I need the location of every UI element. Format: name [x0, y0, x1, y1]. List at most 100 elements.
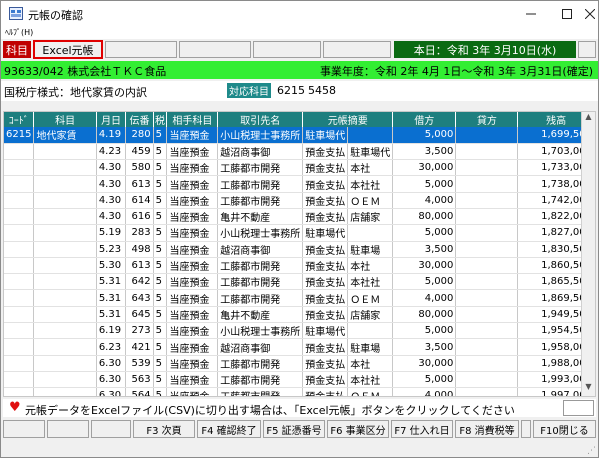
- fkey-f5-voucher-number[interactable]: F5 証憑番号: [263, 420, 325, 438]
- table-cell: ＯＥＭ: [347, 387, 394, 396]
- table-cell: [33, 192, 97, 209]
- tab-kamoku[interactable]: 科目: [3, 41, 31, 58]
- table-cell: 5,000: [392, 175, 457, 193]
- heart-icon: ♥: [9, 400, 21, 415]
- table-cell: 5,000: [392, 127, 457, 144]
- table-cell: 工藤都市開発: [217, 175, 304, 193]
- table-row[interactable]: 6.30 563 5 当座預金 工藤都市開発 預金支払 本社社 5,000 1,993,000: [4, 371, 595, 389]
- table-cell: 5: [153, 306, 168, 324]
- col-header[interactable]: 借方: [392, 112, 457, 127]
- table-cell: 越沼商事御: [217, 338, 304, 356]
- fkey-f2a[interactable]: [47, 420, 89, 438]
- fkey-f1[interactable]: [3, 420, 45, 438]
- table-cell: [33, 257, 97, 275]
- col-header[interactable]: 貸方: [455, 112, 519, 127]
- table-cell: 越沼商事御: [217, 143, 304, 161]
- excel-ledger-button[interactable]: Excel元帳: [33, 40, 103, 59]
- fkey-f10-close[interactable]: F10閉じる: [533, 420, 596, 438]
- fkey-f9[interactable]: [521, 420, 531, 438]
- table-row[interactable]: 6.19 273 5 当座預金 小山税理士事務所 駐車場代 5,000 1,954,500: [4, 322, 595, 340]
- table-cell: [4, 241, 35, 258]
- table-row[interactable]: 4.30 614 5 当座預金 工藤都市開発 預金支払 ＯＥＭ 4,000 1,742,000: [4, 192, 595, 209]
- table-cell: [4, 371, 35, 389]
- table-row[interactable]: 4.30 616 5 当座預金 亀井不動産 預金支払 店舗家 80,000 1,822,000: [4, 208, 595, 226]
- table-row[interactable]: 6215 地代家賃 4.19 280 5 当座預金 小山税理士事務所 駐車場代 5,000 1,6…: [4, 127, 595, 144]
- table-cell: 5: [153, 257, 168, 275]
- resize-grip-icon[interactable]: ⋰: [587, 446, 596, 456]
- table-cell: 小山税理士事務所: [217, 127, 304, 144]
- table-cell: 273: [125, 322, 154, 340]
- table-cell: [33, 273, 97, 291]
- scroll-up-icon[interactable]: ▲: [582, 112, 595, 126]
- table-cell: 4.19: [96, 127, 127, 144]
- table-cell: 5: [153, 224, 168, 242]
- taiou-kamoku-code2: 5458: [308, 84, 336, 97]
- col-header[interactable]: 税: [153, 112, 168, 127]
- menu-help[interactable]: ﾍﾙﾌﾟ(H): [5, 27, 33, 38]
- tab-blank-end[interactable]: [578, 41, 596, 58]
- table-cell: 当座預金: [166, 322, 219, 340]
- table-cell: 本社社: [347, 273, 394, 291]
- table-cell: 当座預金: [166, 241, 219, 258]
- fkey-f6-business-division[interactable]: F6 事業区分: [327, 420, 389, 438]
- table-cell: 498: [125, 241, 154, 258]
- table-row[interactable]: 5.31 642 5 当座預金 工藤都市開発 預金支払 本社社 5,000 1,865,500: [4, 273, 595, 291]
- table-cell: 工藤都市開発: [217, 371, 304, 389]
- table-cell: 預金支払: [302, 387, 349, 396]
- table-row[interactable]: 4.23 459 5 当座預金 越沼商事御 預金支払 駐車場代 3,500 1,703,000: [4, 143, 595, 161]
- col-header[interactable]: ｺｰﾄﾞ: [4, 112, 35, 127]
- col-header[interactable]: 科目: [33, 112, 97, 127]
- table-row[interactable]: 5.19 283 5 当座預金 小山税理士事務所 駐車場代 5,000 1,827,000: [4, 224, 595, 242]
- maximize-button[interactable]: [550, 1, 584, 27]
- table-cell: [455, 289, 519, 307]
- table-cell: 613: [125, 257, 154, 275]
- table-row[interactable]: 4.30 580 5 当座預金 工藤都市開発 預金支払 本社 30,000 1,733,000: [4, 159, 595, 177]
- fkey-f8-consumption-tax[interactable]: F8 消費税等: [455, 420, 519, 438]
- close-button[interactable]: [582, 1, 598, 27]
- table-row[interactable]: 6.305645当座預金工藤都市開発預金支払ＯＥＭ4,0001,997,000: [4, 387, 595, 396]
- tab-blank-2[interactable]: [179, 41, 251, 58]
- table-cell: 5.31: [96, 289, 127, 307]
- col-header[interactable]: 取引先名: [217, 112, 304, 127]
- table-cell: [455, 208, 519, 226]
- table-cell: 5: [153, 208, 168, 226]
- ledger-grid[interactable]: ｺｰﾄﾞ 科目 月日 伝番 税 相手科目 取引先名 元帳摘要 借方 貸方 残高 …: [3, 111, 596, 397]
- table-cell: 駐車場代: [347, 143, 394, 161]
- hint-input[interactable]: [563, 400, 594, 416]
- minimize-button[interactable]: [514, 1, 548, 27]
- col-header[interactable]: 月日: [96, 112, 127, 127]
- table-cell: 亀井不動産: [217, 306, 304, 324]
- table-cell: 283: [125, 224, 154, 242]
- table-cell: [33, 289, 97, 307]
- today-date: 本日：令和 3年 3月10日(水): [394, 41, 576, 58]
- col-header[interactable]: 伝番: [125, 112, 154, 127]
- table-row[interactable]: 5.30 613 5 当座預金 工藤都市開発 預金支払 本社 30,000 1,860,500: [4, 257, 595, 275]
- table-cell: 642: [125, 273, 154, 291]
- table-cell: 80,000: [392, 208, 457, 226]
- fkey-f3-next-page[interactable]: F3 次頁: [133, 420, 195, 438]
- col-header[interactable]: 元帳摘要: [302, 112, 394, 127]
- table-cell: 5: [153, 192, 168, 209]
- table-cell: 5: [153, 371, 168, 389]
- table-row[interactable]: 5.23 498 5 当座預金 越沼商事御 預金支払 駐車場 3,500 1,830,500: [4, 241, 595, 258]
- table-row[interactable]: 5.31 643 5 当座預金 工藤都市開発 預金支払 ＯＥＭ 4,000 1,869,500: [4, 289, 595, 307]
- table-cell: 4,000: [392, 387, 457, 396]
- col-header[interactable]: 相手科目: [166, 112, 219, 127]
- tab-blank-3[interactable]: [253, 41, 321, 58]
- table-cell: 工藤都市開発: [217, 289, 304, 307]
- fkey-f2b[interactable]: [91, 420, 131, 438]
- table-row[interactable]: 6.30 539 5 当座預金 工藤都市開発 預金支払 本社 30,000 1,988,000: [4, 355, 595, 372]
- scroll-down-icon[interactable]: ▼: [582, 382, 595, 396]
- table-cell: 5,000: [392, 273, 457, 291]
- table-row[interactable]: 6.23 421 5 当座預金 越沼商事御 預金支払 駐車場 3,500 1,958,000: [4, 338, 595, 356]
- table-row[interactable]: 4.30 613 5 当座預金 工藤都市開発 預金支払 本社社 5,000 1,738,000: [4, 175, 595, 193]
- table-row[interactable]: 5.31 645 5 当座預金 亀井不動産 預金支払 店舗家 80,000 1,949,500: [4, 306, 595, 324]
- fkey-f7-purchase-date[interactable]: F7 仕入れ日: [391, 420, 453, 438]
- vertical-scrollbar[interactable]: ▲ ▼: [581, 112, 595, 396]
- table-cell: 当座預金: [166, 371, 219, 389]
- fkey-f4-confirm-end[interactable]: F4 確認終了: [197, 420, 261, 438]
- table-cell: 当座預金: [166, 159, 219, 177]
- table-cell: 店舗家: [347, 306, 394, 324]
- tab-blank-1[interactable]: [105, 41, 177, 58]
- tab-blank-4[interactable]: [323, 41, 391, 58]
